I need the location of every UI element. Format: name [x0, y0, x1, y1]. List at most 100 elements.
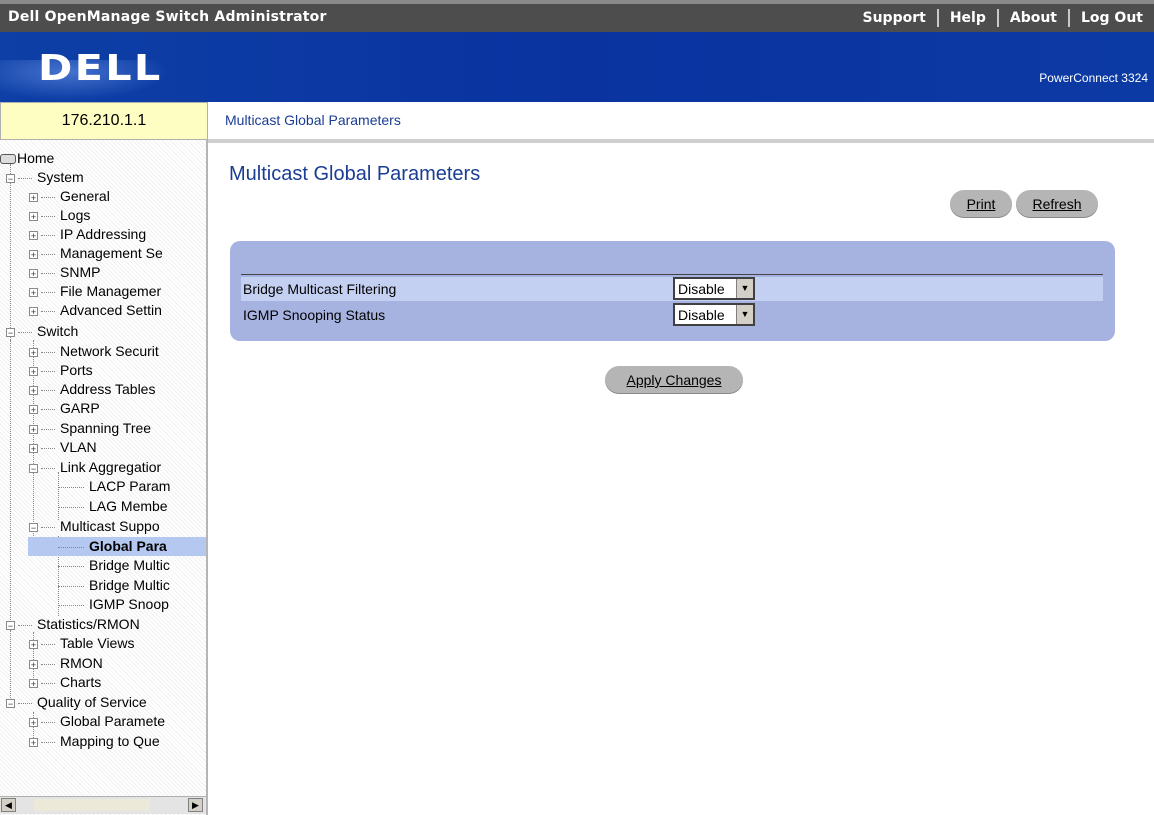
- bridge-multicast-filtering-select[interactable]: Disable ▼: [673, 277, 755, 300]
- tree-bridge-multicast-2[interactable]: Bridge Multic: [58, 576, 170, 595]
- support-link[interactable]: Support: [852, 9, 937, 27]
- tree-vlan[interactable]: + VLAN: [29, 438, 97, 457]
- tree-dots: [41, 234, 55, 236]
- tree-label: SNMP: [60, 264, 101, 280]
- about-link[interactable]: About: [996, 9, 1068, 27]
- tree-dots: [41, 682, 55, 684]
- field-label: Bridge Multicast Filtering: [243, 281, 397, 297]
- tree-charts[interactable]: + Charts: [29, 673, 101, 692]
- expand-icon[interactable]: +: [29, 639, 38, 649]
- select-value: Disable: [678, 307, 725, 323]
- tree-link-aggregation[interactable]: − Link Aggregatior: [29, 458, 161, 477]
- tree-dots: [41, 741, 55, 743]
- expand-icon[interactable]: +: [29, 366, 38, 376]
- expand-icon[interactable]: +: [29, 211, 38, 221]
- tree-dots: [41, 291, 55, 293]
- expand-icon[interactable]: +: [29, 659, 38, 669]
- tree-snmp[interactable]: + SNMP: [29, 263, 100, 282]
- tree-dots: [41, 253, 55, 255]
- tree-dots: [41, 389, 55, 391]
- tree-advanced-settings[interactable]: + Advanced Settin: [29, 301, 162, 320]
- tree-dots: [18, 702, 32, 704]
- collapse-icon[interactable]: −: [29, 463, 38, 473]
- tree-label: Mapping to Que: [60, 733, 160, 749]
- tree-dots: [41, 215, 55, 217]
- tree-spanning-tree[interactable]: + Spanning Tree: [29, 419, 151, 438]
- collapse-icon[interactable]: −: [6, 620, 15, 630]
- tree-file-management[interactable]: + File Managemer: [29, 282, 161, 301]
- expand-icon[interactable]: +: [29, 678, 38, 688]
- scroll-left-icon[interactable]: ◀: [1, 798, 16, 812]
- tree-bridge-multicast-1[interactable]: Bridge Multic: [58, 556, 170, 575]
- tree-dots: [41, 721, 55, 723]
- expand-icon[interactable]: +: [29, 306, 38, 316]
- tree-statistics-rmon[interactable]: − Statistics/RMON: [6, 615, 140, 634]
- expand-icon[interactable]: +: [29, 737, 38, 747]
- tree-global-parameters-qos[interactable]: + Global Paramete: [29, 712, 165, 731]
- tree-global-parameters[interactable]: Global Para: [28, 537, 206, 556]
- expand-icon[interactable]: +: [29, 268, 38, 278]
- scroll-thumb[interactable]: [34, 799, 150, 811]
- tree-label: IP Addressing: [60, 226, 147, 242]
- scroll-right-icon[interactable]: ▶: [188, 798, 203, 812]
- tree-quality-of-service[interactable]: − Quality of Service: [6, 693, 147, 712]
- expand-icon[interactable]: +: [29, 347, 38, 357]
- expand-icon[interactable]: +: [29, 424, 38, 434]
- collapse-icon[interactable]: −: [6, 698, 15, 708]
- tree-home[interactable]: Home: [0, 149, 54, 168]
- tree-logs[interactable]: + Logs: [29, 206, 90, 225]
- breadcrumb-text: Multicast Global Parameters: [225, 112, 401, 128]
- tree-label: Switch: [37, 323, 79, 339]
- drive-icon: [0, 154, 16, 165]
- help-link[interactable]: Help: [936, 9, 997, 27]
- logout-link[interactable]: Log Out: [1068, 9, 1154, 27]
- collapse-icon[interactable]: −: [6, 173, 15, 183]
- tree-label: Link Aggregatior: [60, 459, 162, 475]
- tree-general[interactable]: + General: [29, 187, 110, 206]
- dropdown-arrow-icon[interactable]: ▼: [736, 305, 753, 324]
- expand-icon[interactable]: +: [29, 192, 38, 202]
- panel-divider: [241, 274, 1103, 275]
- tree-dots: [58, 604, 84, 606]
- tree-label: Statistics/RMON: [37, 616, 140, 632]
- expand-icon[interactable]: +: [29, 230, 38, 240]
- dropdown-arrow-icon[interactable]: ▼: [736, 279, 753, 298]
- tree-address-tables[interactable]: + Address Tables: [29, 380, 155, 399]
- expand-icon[interactable]: +: [29, 404, 38, 414]
- apply-changes-button[interactable]: Apply Changes: [605, 366, 743, 394]
- tree-system[interactable]: − System: [6, 168, 84, 187]
- tree-multicast-support[interactable]: − Multicast Suppo: [29, 517, 160, 536]
- model-label: PowerConnect 3324: [1039, 71, 1148, 85]
- collapse-icon[interactable]: −: [29, 522, 38, 532]
- tree-switch[interactable]: − Switch: [6, 322, 78, 341]
- tree-ip-addressing[interactable]: + IP Addressing: [29, 225, 146, 244]
- breadcrumb: Multicast Global Parameters: [208, 102, 1154, 140]
- expand-icon[interactable]: +: [29, 249, 38, 259]
- tree-label: Home: [17, 150, 55, 166]
- tree-garp[interactable]: + GARP: [29, 399, 100, 418]
- tree-rmon[interactable]: + RMON: [29, 654, 103, 673]
- expand-icon[interactable]: +: [29, 287, 38, 297]
- igmp-snooping-status-select[interactable]: Disable ▼: [673, 303, 755, 326]
- tree-ports[interactable]: + Ports: [29, 361, 93, 380]
- tree-management-security[interactable]: + Management Se: [29, 244, 163, 263]
- expand-icon[interactable]: +: [29, 385, 38, 395]
- tree-label: Charts: [60, 674, 102, 690]
- tree-mapping-to-queue[interactable]: + Mapping to Que: [29, 732, 160, 751]
- tree-igmp-snooping[interactable]: IGMP Snoop: [58, 595, 169, 614]
- tree-label: Network Securit: [60, 343, 159, 359]
- sidebar-scrollbar[interactable]: ◀ ▶: [0, 796, 206, 814]
- tree-lag-membership[interactable]: LAG Membe: [58, 497, 168, 516]
- tree-label: Advanced Settin: [60, 302, 162, 318]
- tree-lacp-parameters[interactable]: LACP Param: [58, 477, 170, 496]
- expand-icon[interactable]: +: [29, 443, 38, 453]
- tree-dots: [41, 408, 55, 410]
- tree-table-views[interactable]: + Table Views: [29, 634, 134, 653]
- print-button[interactable]: Print: [950, 190, 1012, 218]
- form-row-bridge-multicast-filtering: Bridge Multicast Filtering Disable ▼: [241, 277, 1103, 301]
- collapse-icon[interactable]: −: [6, 327, 15, 337]
- expand-icon[interactable]: +: [29, 717, 38, 727]
- tree-network-security[interactable]: + Network Securit: [29, 342, 159, 361]
- refresh-button[interactable]: Refresh: [1016, 190, 1098, 218]
- tree-label: IGMP Snoop: [89, 596, 169, 612]
